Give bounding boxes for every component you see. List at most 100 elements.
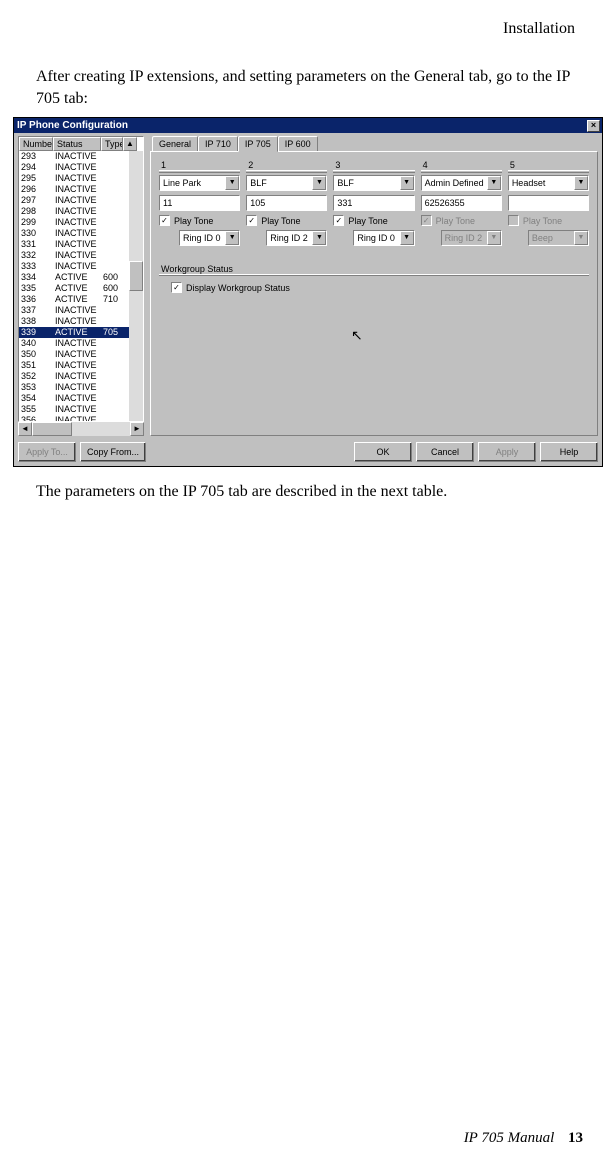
- table-row[interactable]: 333INACTIVE: [19, 261, 129, 272]
- slot-type-combo[interactable]: Line Park▼: [159, 175, 240, 191]
- play-tone-label: Play Tone: [348, 216, 387, 226]
- ring-combo[interactable]: Ring ID 0▼: [179, 230, 240, 246]
- play-tone-label: Play Tone: [436, 216, 475, 226]
- ring-combo[interactable]: Ring ID 2▼: [266, 230, 327, 246]
- play-tone-checkbox[interactable]: ✓: [159, 215, 170, 226]
- slot-number: 4: [421, 160, 502, 171]
- table-row[interactable]: 337INACTIVE: [19, 305, 129, 316]
- table-row[interactable]: 352INACTIVE: [19, 371, 129, 382]
- help-button[interactable]: Help: [540, 442, 598, 462]
- page-footer: IP 705 Manual 13: [464, 1130, 583, 1147]
- table-row[interactable]: 293INACTIVE: [19, 151, 129, 162]
- cursor-icon: ↖: [351, 327, 363, 344]
- table-row[interactable]: 336ACTIVE710: [19, 294, 129, 305]
- list-hscroll-right[interactable]: ►: [130, 422, 144, 436]
- table-row[interactable]: 338INACTIVE: [19, 316, 129, 327]
- list-hscroll-thumb[interactable]: [32, 422, 72, 436]
- list-scroll-up[interactable]: ▲: [123, 137, 137, 151]
- workgroup-check-label: Display Workgroup Status: [186, 283, 290, 293]
- footer-page-number: 13: [568, 1130, 583, 1146]
- chevron-down-icon: ▼: [312, 231, 326, 245]
- slot-number: 1: [159, 160, 240, 171]
- table-row[interactable]: 339ACTIVE705: [19, 327, 129, 338]
- slot-value-field[interactable]: 331: [333, 195, 414, 211]
- play-tone-label: Play Tone: [523, 216, 562, 226]
- slot-type-combo[interactable]: Admin Defined▼: [421, 175, 502, 191]
- slot-number: 5: [508, 160, 589, 171]
- table-row[interactable]: 350INACTIVE: [19, 349, 129, 360]
- dialog-title: IP Phone Configuration: [17, 120, 128, 131]
- workgroup-title: Workgroup Status: [159, 264, 589, 275]
- table-row[interactable]: 356INACTIVE: [19, 415, 129, 422]
- apply-button[interactable]: Apply: [478, 442, 536, 462]
- chevron-down-icon: ▼: [225, 231, 239, 245]
- table-row[interactable]: 354INACTIVE: [19, 393, 129, 404]
- chevron-down-icon: ▼: [574, 176, 588, 190]
- table-row[interactable]: 295INACTIVE: [19, 173, 129, 184]
- extension-list[interactable]: Number Status Type ▲ 293INACTIVE294INACT…: [18, 136, 144, 422]
- tab-ip-710[interactable]: IP 710: [198, 136, 238, 152]
- slot-type-combo[interactable]: BLF▼: [333, 175, 414, 191]
- close-button[interactable]: ×: [587, 120, 600, 132]
- copy-from-button[interactable]: Copy From...: [80, 442, 146, 462]
- slot-5: 5 Headset▼ Play Tone Beep▼: [508, 160, 589, 250]
- slot-1: 1 Line Park▼ 11 ✓ Play Tone Ring ID 0▼: [159, 160, 240, 250]
- slot-value-field[interactable]: 62526355: [421, 195, 502, 211]
- list-vscroll-track[interactable]: [129, 151, 143, 422]
- tab-page: 1 Line Park▼ 11 ✓ Play Tone Ring ID 0▼ 2 BLF▼ 10…: [150, 151, 598, 436]
- slot-value-field[interactable]: 105: [246, 195, 327, 211]
- list-hscroll-track[interactable]: [32, 422, 130, 436]
- col-number[interactable]: Number: [19, 137, 53, 151]
- table-row[interactable]: 340INACTIVE: [19, 338, 129, 349]
- slot-3: 3 BLF▼ 331 ✓ Play Tone Ring ID 0▼: [333, 160, 414, 250]
- table-row[interactable]: 331INACTIVE: [19, 239, 129, 250]
- table-row[interactable]: 351INACTIVE: [19, 360, 129, 371]
- titlebar: IP Phone Configuration ×: [14, 118, 602, 133]
- col-type[interactable]: Type: [101, 137, 123, 151]
- slot-value-field[interactable]: 11: [159, 195, 240, 211]
- slot-type-combo[interactable]: Headset▼: [508, 175, 589, 191]
- dialog: IP Phone Configuration × Number Status T…: [13, 117, 603, 467]
- tab-general[interactable]: General: [152, 136, 198, 152]
- slot-type-combo[interactable]: BLF▼: [246, 175, 327, 191]
- tab-ip-600[interactable]: IP 600: [278, 136, 318, 152]
- table-row[interactable]: 335ACTIVE600: [19, 283, 129, 294]
- play-tone-label: Play Tone: [174, 216, 213, 226]
- table-row[interactable]: 355INACTIVE: [19, 404, 129, 415]
- table-row[interactable]: 294INACTIVE: [19, 162, 129, 173]
- slot-2: 2 BLF▼ 105 ✓ Play Tone Ring ID 2▼: [246, 160, 327, 250]
- play-tone-label: Play Tone: [261, 216, 300, 226]
- slot-number: 2: [246, 160, 327, 171]
- chevron-down-icon: ▼: [400, 176, 414, 190]
- workgroup-checkbox[interactable]: ✓: [171, 282, 182, 293]
- play-tone-checkbox[interactable]: ✓: [246, 215, 257, 226]
- list-vscroll-thumb[interactable]: [129, 261, 143, 291]
- list-hscroll-left[interactable]: ◄: [18, 422, 32, 436]
- slot-value-field[interactable]: [508, 195, 589, 211]
- ring-combo[interactable]: Ring ID 0▼: [353, 230, 414, 246]
- intro-paragraph: After creating IP extensions, and settin…: [8, 66, 597, 109]
- col-status[interactable]: Status: [53, 137, 101, 151]
- section-header: Installation: [8, 20, 597, 38]
- chevron-down-icon: ▼: [487, 231, 501, 245]
- table-row[interactable]: 297INACTIVE: [19, 195, 129, 206]
- table-row[interactable]: 299INACTIVE: [19, 217, 129, 228]
- ring-combo: Ring ID 2▼: [441, 230, 502, 246]
- table-row[interactable]: 334ACTIVE600: [19, 272, 129, 283]
- tab-ip-705[interactable]: IP 705: [238, 136, 278, 152]
- chevron-down-icon: ▼: [225, 176, 239, 190]
- play-tone-checkbox[interactable]: ✓: [333, 215, 344, 226]
- chevron-down-icon: ▼: [487, 176, 501, 190]
- slot-number: 3: [333, 160, 414, 171]
- ok-button[interactable]: OK: [354, 442, 412, 462]
- table-row[interactable]: 353INACTIVE: [19, 382, 129, 393]
- chevron-down-icon: ▼: [574, 231, 588, 245]
- table-row[interactable]: 296INACTIVE: [19, 184, 129, 195]
- table-row[interactable]: 332INACTIVE: [19, 250, 129, 261]
- table-row[interactable]: 298INACTIVE: [19, 206, 129, 217]
- apply-to-button[interactable]: Apply To...: [18, 442, 76, 462]
- play-tone-checkbox: ✓: [421, 215, 432, 226]
- cancel-button[interactable]: Cancel: [416, 442, 474, 462]
- ring-combo: Beep▼: [528, 230, 589, 246]
- table-row[interactable]: 330INACTIVE: [19, 228, 129, 239]
